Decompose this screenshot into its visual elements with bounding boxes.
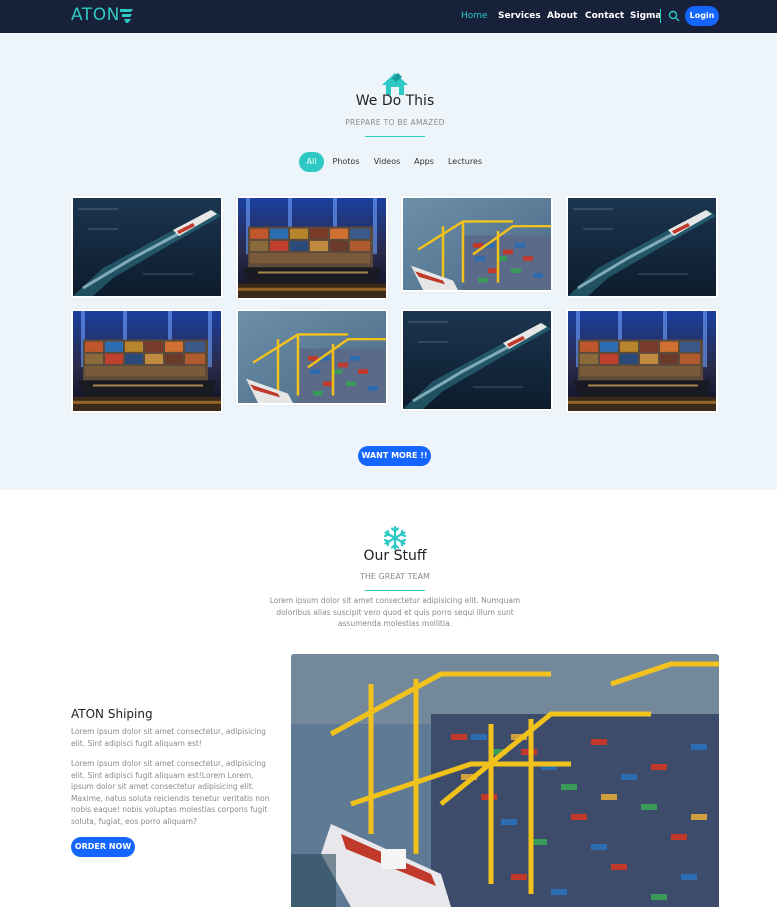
- filter-apps[interactable]: Apps: [411, 152, 437, 172]
- gallery-image-port-cranes[interactable]: [401, 196, 553, 292]
- section-subtitle: PREPARE TO BE AMAZED: [345, 118, 445, 127]
- gallery-image-cargo-ship[interactable]: [236, 196, 388, 300]
- section-title: Our Stuff: [363, 548, 427, 564]
- gallery-image-ship-wake[interactable]: [566, 196, 718, 298]
- title-underline: [365, 136, 425, 137]
- logo-mark-icon: [120, 9, 133, 23]
- search-icon[interactable]: [668, 10, 680, 22]
- brand-logo[interactable]: ATON: [71, 5, 120, 25]
- nav-item-home[interactable]: Home: [461, 11, 488, 21]
- gallery-image-ship-wake[interactable]: [71, 196, 223, 298]
- nav-divider: [660, 9, 661, 23]
- filter-photos[interactable]: Photos: [329, 152, 363, 172]
- gallery-image-port-cranes[interactable]: [236, 309, 388, 405]
- portfolio-filters: All Photos Videos Apps Lectures: [0, 152, 777, 172]
- filter-all[interactable]: All: [299, 152, 324, 172]
- section-title: We Do This: [355, 93, 435, 109]
- card-paragraph: Lorem ipsum dolor sit amet consectetur, …: [71, 727, 266, 748]
- nav-item-services[interactable]: Services: [498, 11, 541, 21]
- card-title: ATON Shiping: [71, 707, 153, 721]
- order-now-button[interactable]: ORDER NOW: [71, 837, 135, 857]
- gallery-image-cargo-ship[interactable]: [71, 309, 223, 413]
- filter-videos[interactable]: Videos: [370, 152, 404, 172]
- nav-item-contact[interactable]: Contact: [585, 11, 624, 21]
- filter-lectures[interactable]: Lectures: [444, 152, 486, 172]
- gallery-image-ship-wake[interactable]: [401, 309, 553, 411]
- title-underline: [365, 590, 425, 591]
- snowflake-icon: [383, 526, 407, 550]
- top-navbar: ATON Home Services About Contact Sigma L…: [0, 0, 777, 33]
- gallery-image-cargo-ship[interactable]: [566, 309, 718, 413]
- login-button[interactable]: Login: [685, 6, 719, 26]
- nav-item-about[interactable]: About: [547, 11, 577, 21]
- want-more-button[interactable]: WANT MORE !!: [358, 446, 431, 466]
- feature-image-port: [291, 654, 719, 907]
- nav-item-sigma[interactable]: Sigma: [630, 11, 661, 21]
- card-paragraph: Lorem ipsum dolor sit amet consectetur, …: [71, 759, 270, 826]
- section-intro: Lorem ipsum dolor sit amet consectetur a…: [269, 596, 521, 628]
- section-subtitle: THE GREAT TEAM: [360, 572, 430, 581]
